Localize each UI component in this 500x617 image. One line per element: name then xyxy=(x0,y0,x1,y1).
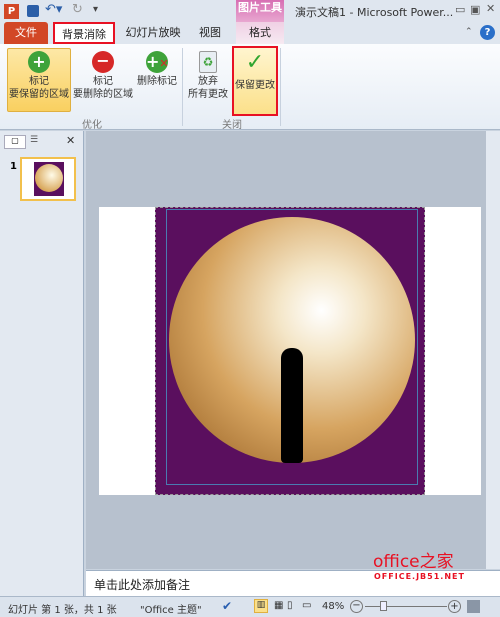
customize-toolbar-icon[interactable]: ▾ xyxy=(93,4,98,15)
slide[interactable] xyxy=(99,207,481,495)
restore-icon[interactable]: ▣ xyxy=(470,3,480,16)
picture-background-removal[interactable] xyxy=(155,207,425,495)
theme-name[interactable]: "Office 主题" xyxy=(140,601,202,616)
recycle-bin-icon: ♻ xyxy=(199,51,217,73)
group-divider xyxy=(182,48,183,126)
zoom-slider-thumb[interactable] xyxy=(380,601,387,611)
outline-tab[interactable]: ☰ xyxy=(30,135,38,145)
group-close-label: 关闭 xyxy=(222,120,242,131)
window-title: 演示文稿1 - Microsoft Power... xyxy=(295,6,454,19)
minus-pencil-icon: − xyxy=(92,51,114,73)
notes-pane[interactable]: 单击此处添加备注 OFFICE.JB51.NET xyxy=(86,570,500,596)
tab-slideshow[interactable]: 幻灯片放映 xyxy=(122,22,184,44)
reading-view-icon[interactable]: ▯ xyxy=(287,600,293,611)
delete-mark-icon: +✕ xyxy=(146,51,169,73)
vertical-scrollbar[interactable] xyxy=(486,131,500,569)
notes-placeholder[interactable]: 单击此处添加备注 xyxy=(94,576,190,593)
redo-icon[interactable]: ↻ xyxy=(72,2,83,17)
plus-pencil-icon: + xyxy=(28,51,50,73)
slideshow-icon[interactable]: ▭ xyxy=(302,600,311,611)
undo-icon[interactable]: ↶▾ xyxy=(45,2,62,17)
title-bar: P ↶▾ ↻ ▾ 图片工具 演示文稿1 - Microsoft Power...… xyxy=(0,0,500,22)
slide-thumbnail[interactable] xyxy=(20,157,76,201)
ribbon-tabs: 文件 背景消除 幻灯片放映 视图 格式 ⌃ ? xyxy=(0,22,500,44)
tab-view[interactable]: 视图 xyxy=(190,22,230,44)
minimize-ribbon-icon[interactable]: ⌃ xyxy=(465,27,473,37)
fit-to-window-icon[interactable] xyxy=(467,600,480,613)
save-icon[interactable] xyxy=(27,5,39,17)
selection-box[interactable] xyxy=(166,209,418,485)
spell-check-icon[interactable]: ✔ xyxy=(222,599,232,613)
ribbon: + 标记 要保留的区域 − 标记 要删除的区域 +✕ 删除标记 优化 ♻ 放弃 所有更… xyxy=(0,44,500,131)
watermark-brand: office之家 xyxy=(373,552,454,572)
delete-mark-button[interactable]: +✕ 删除标记 xyxy=(135,48,179,112)
slide-number: 1 xyxy=(10,161,17,172)
watermark-url: OFFICE.JB51.NET xyxy=(374,572,465,581)
slide-info: 幻灯片 第 1 张，共 1 张 xyxy=(8,605,117,616)
checkmark-icon: ✓ xyxy=(245,50,265,75)
status-bar: 幻灯片 第 1 张，共 1 张 "Office 主题" ✔ ▥ ▦ ▯ ▭ 48… xyxy=(0,596,500,617)
zoom-in-button[interactable]: + xyxy=(448,600,461,613)
slide-sorter-icon[interactable]: ▦ xyxy=(274,600,283,611)
slides-panel: ▢ ☰ ✕ 1 xyxy=(0,131,84,596)
contextual-tab-label: 图片工具 xyxy=(236,0,284,22)
powerpoint-logo-icon[interactable]: P xyxy=(4,4,19,19)
close-panel-icon[interactable]: ✕ xyxy=(66,134,75,147)
discard-changes-button[interactable]: ♻ 放弃 所有更改 xyxy=(186,48,230,112)
mark-remove-button[interactable]: − 标记 要删除的区域 xyxy=(72,48,134,112)
group-divider xyxy=(280,48,281,126)
tab-file[interactable]: 文件 xyxy=(4,22,48,44)
mark-keep-button[interactable]: + 标记 要保留的区域 xyxy=(7,48,71,112)
tab-format[interactable]: 格式 xyxy=(236,22,284,44)
group-refine-label: 优化 xyxy=(82,120,102,131)
zoom-level[interactable]: 48% xyxy=(322,601,344,612)
tab-background-removal[interactable]: 背景消除 xyxy=(53,22,115,44)
minimize-icon[interactable]: ▭ xyxy=(455,3,465,16)
zoom-out-button[interactable]: − xyxy=(350,600,363,613)
help-icon[interactable]: ? xyxy=(480,25,495,40)
zoom-slider[interactable] xyxy=(365,606,447,607)
close-icon[interactable]: ✕ xyxy=(486,2,495,15)
slides-tab[interactable]: ▢ xyxy=(4,135,26,149)
slide-editing-area: office之家 xyxy=(86,131,500,572)
keep-changes-button[interactable]: ✓ 保留更改 xyxy=(232,46,278,116)
normal-view-icon[interactable]: ▥ xyxy=(254,599,268,613)
